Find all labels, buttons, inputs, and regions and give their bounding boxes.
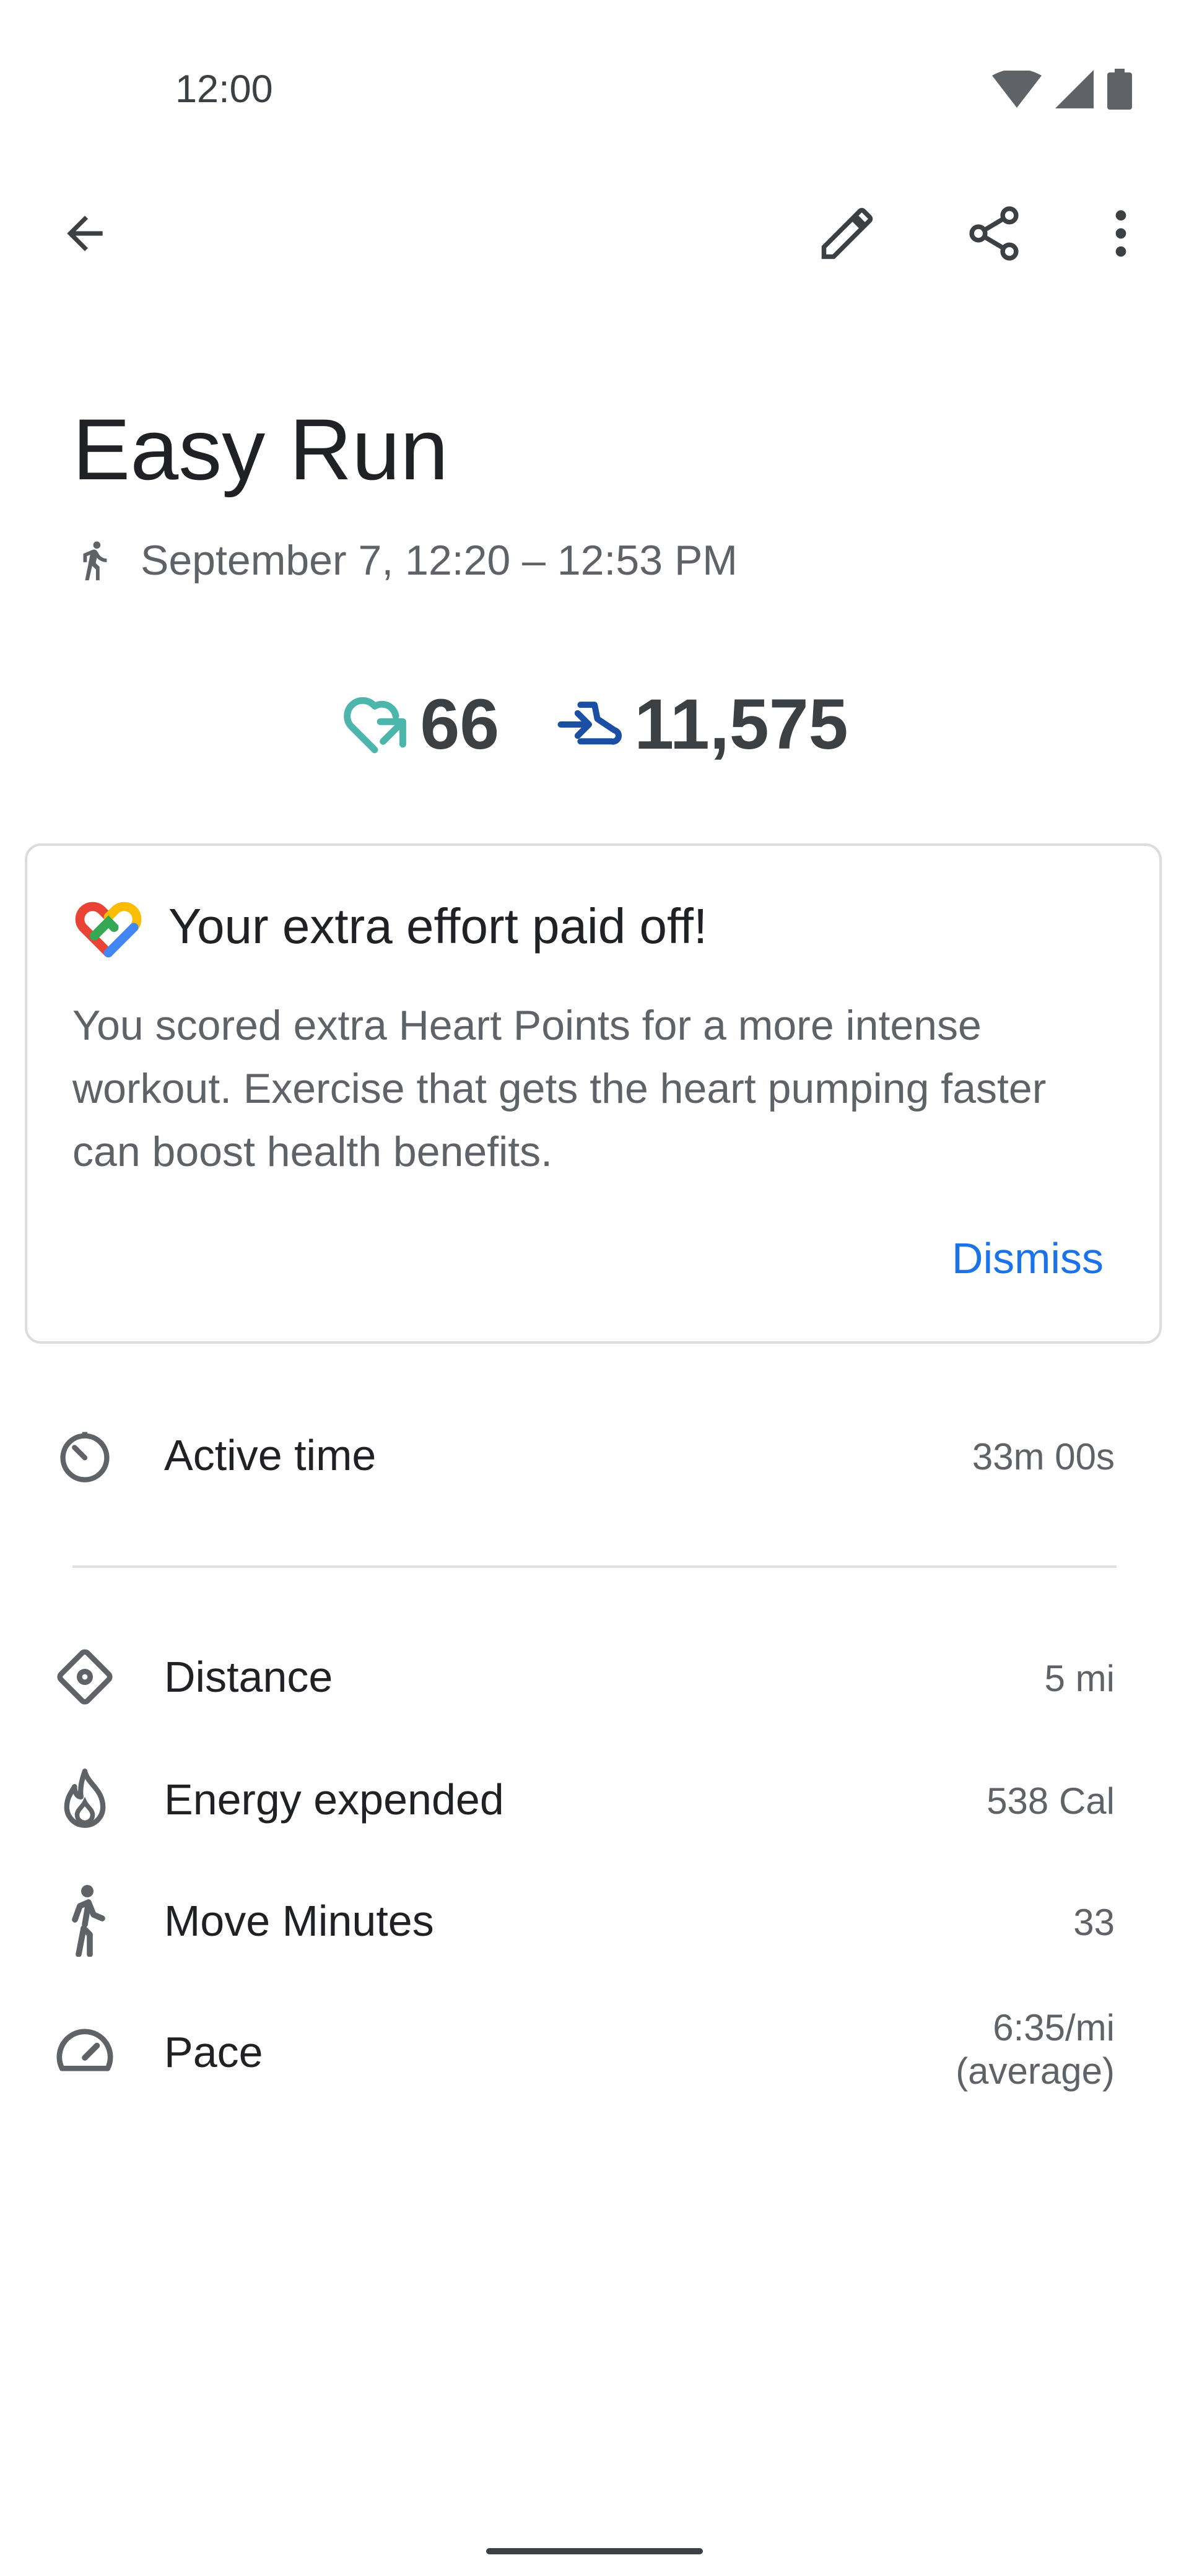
status-time: 12:00 (175, 67, 273, 111)
status-icons (992, 67, 1132, 111)
share-button[interactable] (954, 193, 1034, 274)
stat-value-distance: 5 mi (1044, 1658, 1115, 1699)
more-options-button[interactable] (1081, 193, 1161, 274)
pace-average-note: (average) (956, 2050, 1115, 2092)
cellular-icon (1055, 70, 1094, 108)
stat-label-move-minutes: Move Minutes (164, 1897, 434, 1945)
stat-value-energy: 538 Cal (986, 1780, 1115, 1822)
edit-button[interactable] (807, 193, 887, 274)
home-gesture-bar[interactable] (486, 2548, 703, 2554)
activity-subtitle: September 7, 12:20 – 12:53 PM (72, 533, 738, 588)
divider (72, 1565, 1117, 1568)
back-button[interactable] (45, 193, 125, 274)
stat-value-pace: 6:35/mi (average) (956, 2006, 1115, 2093)
wifi-icon (992, 71, 1042, 108)
stat-label-distance: Distance (164, 1653, 333, 1701)
google-fit-logo-icon (75, 902, 142, 958)
summary-metrics: 66 11,575 (0, 681, 1189, 768)
card-body: You scored extra Heart Points for a more… (72, 1002, 1047, 1175)
activity-title: Easy Run (72, 401, 448, 498)
activity-date: September 7, 12:20 – 12:53 PM (141, 537, 738, 584)
share-icon (969, 206, 1019, 261)
battery-icon (1107, 69, 1132, 110)
speedometer-icon (41, 2006, 128, 2093)
stat-label-active-time: Active time (164, 1431, 377, 1479)
distance-icon (41, 1634, 128, 1720)
stat-value-move-minutes: 33 (1073, 1902, 1115, 1943)
heart-points-icon (344, 697, 407, 754)
steps-metric: 11,575 (555, 684, 848, 765)
heart-points-metric: 66 (341, 684, 499, 765)
steps-value: 11,575 (634, 685, 848, 764)
timer-icon (41, 1412, 128, 1499)
steps-icon (557, 702, 622, 745)
stat-label-pace: Pace (164, 2028, 263, 2076)
running-icon (83, 541, 107, 581)
edit-pencil-icon (821, 207, 873, 259)
stat-label-energy: Energy expended (164, 1775, 504, 1824)
pace-value: 6:35/mi (993, 2007, 1115, 2048)
more-vert-icon (1115, 210, 1126, 257)
fire-icon (41, 1756, 128, 1843)
back-arrow-icon (67, 215, 103, 251)
dismiss-button[interactable]: Dismiss (952, 1234, 1104, 1283)
card-title: Your extra effort paid off! (168, 899, 708, 954)
walking-icon (41, 1876, 128, 1963)
stat-value-active-time: 33m 00s (972, 1436, 1115, 1477)
heart-points-value: 66 (420, 685, 500, 764)
